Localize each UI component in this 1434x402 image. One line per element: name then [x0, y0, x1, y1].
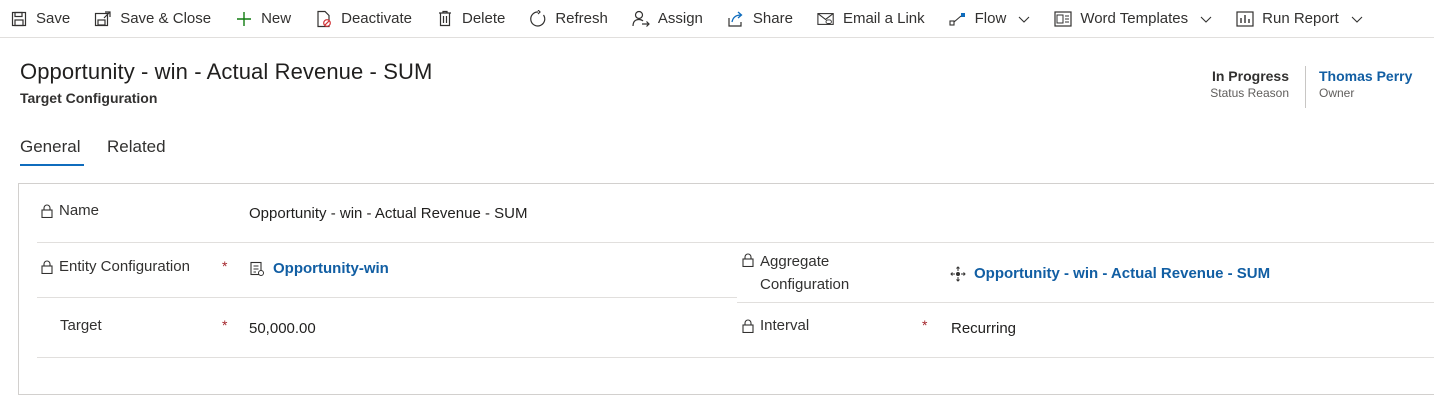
lock-icon: [742, 319, 754, 333]
save-label: Save: [36, 10, 71, 27]
trash-icon: [436, 10, 454, 28]
refresh-icon: [529, 9, 547, 28]
share-icon: [727, 10, 745, 28]
record-title: Opportunity - win - Actual Revenue - SUM: [20, 59, 433, 84]
save-button[interactable]: Save: [10, 0, 70, 38]
tab-selected-indicator: [20, 164, 84, 166]
chevron-down-icon: [1200, 13, 1212, 25]
delete-label: Delete: [461, 10, 506, 27]
owner-field: Thomas Perry Owner: [1319, 68, 1412, 102]
aggregate-configuration-label: Aggregate Configuration: [742, 250, 849, 296]
run-report-button[interactable]: Run Report: [1236, 0, 1363, 38]
email-link-label: Email a Link: [842, 10, 925, 27]
assign-label: Assign: [657, 10, 703, 27]
required-marker: *: [222, 258, 228, 274]
delete-button[interactable]: Delete: [436, 0, 505, 38]
row-divider: [737, 302, 1434, 303]
tab-general[interactable]: General: [20, 137, 80, 157]
save-icon: [10, 10, 28, 28]
lock-icon: [41, 260, 53, 274]
required-marker: *: [922, 317, 928, 333]
deactivate-label: Deactivate: [341, 10, 412, 27]
row-divider: [37, 357, 1434, 358]
flow-button[interactable]: Flow: [949, 0, 1031, 38]
save-close-icon: [94, 10, 112, 28]
lock-icon: [742, 253, 754, 267]
flow-icon: [949, 10, 967, 28]
command-bar: Save Save & Close New Deactivate Delete …: [0, 0, 1434, 38]
required-marker: *: [222, 317, 228, 333]
deactivate-icon: [315, 10, 333, 28]
interval-label: Interval: [742, 316, 809, 336]
entity-configuration-lookup[interactable]: Opportunity-win: [249, 260, 389, 277]
target-label: Target: [60, 317, 102, 334]
share-button[interactable]: Share: [727, 0, 793, 38]
aggregate-config-icon: [950, 265, 966, 282]
email-link-button[interactable]: Email a Link: [817, 0, 925, 38]
header-divider: [1305, 66, 1306, 108]
entity-config-icon: [249, 261, 265, 277]
report-icon: [1236, 10, 1254, 28]
general-section: [18, 183, 1434, 395]
name-value[interactable]: Opportunity - win - Actual Revenue - SUM: [249, 205, 527, 222]
run-report-label: Run Report: [1262, 10, 1339, 27]
status-reason-value: In Progress: [1211, 68, 1289, 84]
assign-button[interactable]: Assign: [632, 0, 703, 38]
aggregate-configuration-lookup[interactable]: Opportunity - win - Actual Revenue - SUM: [950, 265, 1270, 282]
deactivate-button[interactable]: Deactivate: [315, 0, 412, 38]
refresh-label: Refresh: [555, 10, 608, 27]
assign-icon: [632, 10, 650, 28]
refresh-button[interactable]: Refresh: [529, 0, 608, 38]
name-label: Name: [41, 201, 99, 221]
new-label: New: [261, 10, 292, 27]
entity-name: Target Configuration: [20, 90, 158, 106]
owner-label: Owner: [1319, 86, 1355, 100]
entity-configuration-label: Entity Configuration: [41, 257, 190, 277]
interval-value[interactable]: Recurring: [951, 320, 1016, 337]
new-button[interactable]: New: [235, 0, 291, 38]
status-reason-field: In Progress Status Reason: [1210, 68, 1289, 102]
word-templates-button[interactable]: Word Templates: [1054, 0, 1212, 38]
plus-icon: [235, 10, 253, 28]
word-templates-icon: [1054, 10, 1072, 28]
lock-icon: [41, 204, 53, 218]
status-reason-label: Status Reason: [1210, 86, 1289, 100]
aggregate-label-line1: Aggregate: [760, 253, 830, 270]
flow-label: Flow: [974, 10, 1007, 27]
target-value[interactable]: 50,000.00: [249, 320, 316, 337]
chevron-down-icon: [1351, 13, 1363, 25]
word-templates-label: Word Templates: [1080, 10, 1189, 27]
row-divider: [37, 297, 737, 298]
owner-link[interactable]: Thomas Perry: [1319, 68, 1412, 85]
email-link-icon: [817, 10, 835, 28]
save-close-button[interactable]: Save & Close: [94, 0, 211, 38]
aggregate-label-line2: Configuration: [760, 276, 850, 293]
tab-related[interactable]: Related: [107, 137, 166, 157]
save-close-label: Save & Close: [120, 10, 212, 27]
chevron-down-icon: [1018, 13, 1030, 25]
row-divider: [37, 242, 1434, 243]
share-label: Share: [752, 10, 793, 27]
